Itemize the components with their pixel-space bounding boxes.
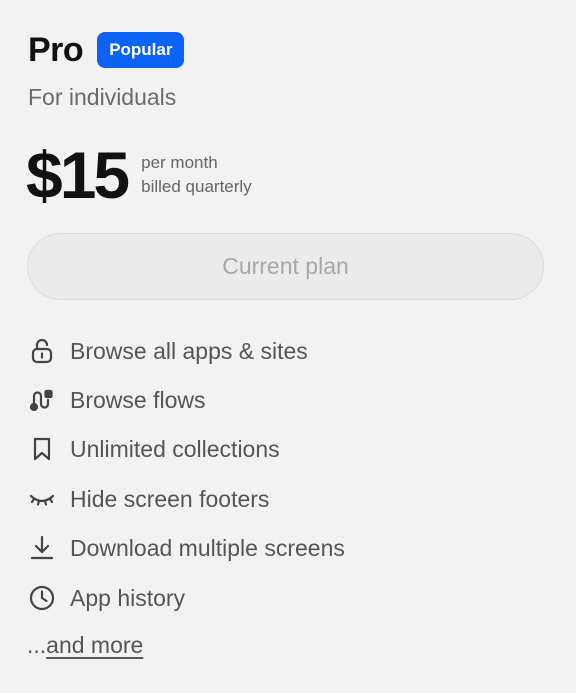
current-plan-button[interactable]: Current plan	[27, 233, 544, 300]
unlock-icon	[27, 336, 57, 366]
feature-label: Hide screen footers	[70, 485, 270, 512]
feature-label: App history	[70, 584, 186, 611]
feature-label: Browse flows	[70, 387, 206, 414]
feature-list: Browse all apps & sites Browse flows Unl…	[27, 326, 345, 622]
feature-item: Unlimited collections	[27, 425, 345, 474]
price-row: $15 per month billed quarterly	[26, 140, 252, 210]
eye-closed-icon	[27, 484, 57, 514]
popular-badge: Popular	[97, 32, 185, 68]
feature-item: Download multiple screens	[27, 524, 345, 573]
more-features: ...and more	[27, 630, 143, 660]
feature-item: Browse all apps & sites	[27, 326, 345, 375]
plan-name: Pro	[28, 31, 84, 69]
plan-subtitle: For individuals	[28, 84, 177, 110]
flow-icon	[27, 385, 57, 415]
pricing-card: Pro Popular For individuals $15 per mont…	[0, 0, 576, 693]
plan-header: Pro Popular	[28, 28, 185, 72]
more-prefix: ...	[27, 632, 47, 658]
feature-label: Unlimited collections	[70, 436, 280, 463]
feature-item: Browse flows	[27, 375, 345, 424]
and-more-link[interactable]: and more	[46, 632, 143, 658]
price-period-line1: per month	[141, 153, 218, 172]
price-period: per month billed quarterly	[141, 151, 252, 199]
feature-item: App history	[27, 573, 345, 622]
feature-label: Browse all apps & sites	[70, 337, 308, 364]
feature-label: Download multiple screens	[70, 535, 345, 562]
price-amount: $15	[26, 138, 130, 212]
bookmark-icon	[27, 434, 57, 464]
clock-icon	[27, 583, 57, 613]
price-period-line2: billed quarterly	[141, 177, 252, 196]
feature-item: Hide screen footers	[27, 474, 345, 523]
download-icon	[27, 533, 57, 563]
